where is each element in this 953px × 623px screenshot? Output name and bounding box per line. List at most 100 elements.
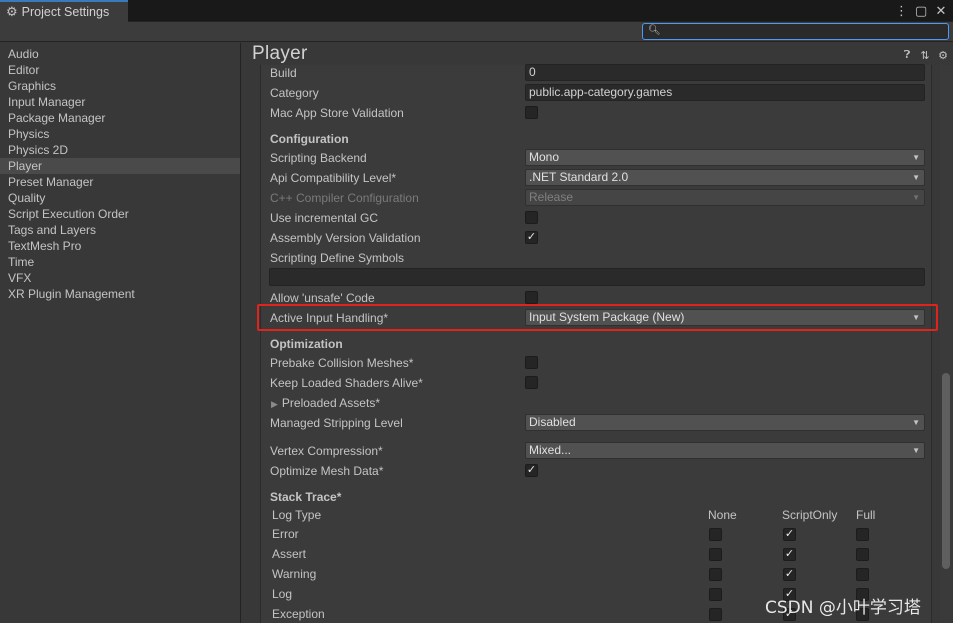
sidebar-item-textmesh-pro[interactable]: TextMesh Pro [0, 238, 240, 254]
cpp-config-value: Release [529, 190, 574, 204]
main-panel: Player ❓︎ ⇅ ⚙ Build 0 Category public.ap… [242, 43, 953, 623]
preset-icon[interactable]: ⇅ [919, 49, 931, 62]
stack-error-none-checkbox[interactable] [709, 528, 722, 541]
scripting-backend-value: Mono [529, 150, 560, 164]
stripping-value: Disabled [529, 415, 576, 429]
sidebar-item-graphics[interactable]: Graphics [0, 78, 240, 94]
optimization-header: Optimization [270, 337, 343, 351]
tab-project-settings[interactable]: ⚙ Project Settings [0, 0, 128, 22]
gear-icon: ⚙ [6, 4, 18, 19]
stack-error-full-checkbox[interactable] [856, 528, 869, 541]
close-icon[interactable]: ✕ [935, 2, 947, 20]
settings-icon[interactable]: ⚙ [937, 49, 949, 62]
stack-assert-scriptonly-checkbox[interactable]: ✓ [783, 548, 796, 561]
sidebar-item-package-manager[interactable]: Package Manager [0, 110, 240, 126]
category-field[interactable]: public.app-category.games [525, 84, 925, 101]
incremental-gc-checkbox[interactable] [525, 211, 538, 224]
tab-title: Project Settings [21, 5, 110, 19]
active-input-value: Input System Package (New) [529, 310, 685, 324]
allow-unsafe-checkbox[interactable] [525, 291, 538, 304]
search-input[interactable]: 🔍︎ [642, 23, 949, 40]
category-row: Category public.app-category.games [261, 83, 933, 103]
sidebar-item-preset-manager[interactable]: Preset Manager [0, 174, 240, 190]
api-level-row: Api Compatibility Level* .NET Standard 2… [261, 168, 933, 188]
page-title: Player [252, 43, 308, 64]
stack-warning-scriptonly-checkbox[interactable]: ✓ [783, 568, 796, 581]
triangle-right-icon: ▶ [271, 399, 278, 409]
incremental-gc-row: Use incremental GC [261, 208, 933, 228]
sidebar-item-xr-plugin-management[interactable]: XR Plugin Management [0, 286, 240, 302]
vertical-scrollbar[interactable] [940, 65, 952, 623]
sidebar-item-script-execution-order[interactable]: Script Execution Order [0, 206, 240, 222]
chevron-down-icon: ▼ [912, 418, 920, 427]
keep-shaders-checkbox[interactable] [525, 376, 538, 389]
build-label: Build [270, 66, 297, 80]
mac-app-store-label: Mac App Store Validation [270, 106, 404, 120]
allow-unsafe-label: Allow 'unsafe' Code [270, 291, 375, 305]
sidebar-item-time[interactable]: Time [0, 254, 240, 270]
vertex-compression-dropdown[interactable]: Mixed... ▼ [525, 442, 925, 459]
chevron-down-icon: ▼ [912, 173, 920, 182]
stack-exception-none-checkbox[interactable] [709, 608, 722, 621]
help-icon[interactable]: ❓︎ [901, 49, 913, 62]
sidebar-item-quality[interactable]: Quality [0, 190, 240, 206]
header-icons: ❓︎ ⇅ ⚙ [901, 49, 949, 62]
active-input-dropdown[interactable]: Input System Package (New) ▼ [525, 309, 925, 326]
build-field[interactable]: 0 [525, 64, 925, 81]
optimize-mesh-label: Optimize Mesh Data* [270, 464, 384, 478]
stack-error-scriptonly-checkbox[interactable]: ✓ [783, 528, 796, 541]
build-row: Build 0 [261, 63, 933, 83]
configuration-header: Configuration [270, 132, 349, 146]
api-level-dropdown[interactable]: .NET Standard 2.0 ▼ [525, 169, 925, 186]
stack-col-none: None [708, 508, 737, 522]
stack-log-none-checkbox[interactable] [709, 588, 722, 601]
preloaded-assets-foldout[interactable]: ▶ Preloaded Assets* [271, 396, 380, 410]
more-icon[interactable]: ⋮ [895, 2, 908, 20]
optimize-mesh-row: Optimize Mesh Data* ✓ [261, 461, 933, 481]
keep-shaders-row: Keep Loaded Shaders Alive* [261, 373, 933, 393]
stack-warning-full-checkbox[interactable] [856, 568, 869, 581]
define-symbols-label: Scripting Define Symbols [270, 251, 405, 265]
prebake-label: Prebake Collision Meshes* [270, 356, 414, 370]
assembly-validation-label: Assembly Version Validation [270, 231, 421, 245]
assembly-validation-checkbox[interactable]: ✓ [525, 231, 538, 244]
define-symbols-row: Scripting Define Symbols [261, 248, 933, 268]
sidebar-item-player[interactable]: Player [0, 158, 240, 174]
watermark: CSDN @小叶学习塔 [765, 598, 921, 618]
sidebar-item-physics[interactable]: Physics [0, 126, 240, 142]
api-level-value: .NET Standard 2.0 [529, 170, 629, 184]
stack-warning-none-checkbox[interactable] [709, 568, 722, 581]
stack-row-error-label: Error [272, 527, 299, 541]
stripping-label: Managed Stripping Level [270, 416, 403, 430]
sidebar-item-vfx[interactable]: VFX [0, 270, 240, 286]
mac-app-store-checkbox[interactable] [525, 106, 538, 119]
stripping-row: Managed Stripping Level Disabled ▼ [261, 413, 933, 433]
sidebar-item-tags-and-layers[interactable]: Tags and Layers [0, 222, 240, 238]
cpp-config-label: C++ Compiler Configuration [270, 191, 419, 205]
cpp-config-dropdown: Release ▼ [525, 189, 925, 206]
define-symbols-field[interactable] [269, 268, 925, 286]
sidebar-item-input-manager[interactable]: Input Manager [0, 94, 240, 110]
stack-row-log-label: Log [272, 587, 293, 601]
stack-trace-header: Stack Trace* [270, 490, 342, 504]
scripting-backend-dropdown[interactable]: Mono ▼ [525, 149, 925, 166]
chevron-down-icon: ▼ [912, 446, 920, 455]
sidebar-item-audio[interactable]: Audio [0, 46, 240, 62]
chevron-down-icon: ▼ [912, 153, 920, 162]
sidebar-item-editor[interactable]: Editor [0, 62, 240, 78]
scrollbar-thumb[interactable] [942, 373, 950, 569]
vertex-compression-value: Mixed... [529, 443, 572, 457]
sidebar-item-physics-2d[interactable]: Physics 2D [0, 142, 240, 158]
sidebar: Audio Editor Graphics Input Manager Pack… [0, 43, 241, 623]
prebake-checkbox[interactable] [525, 356, 538, 369]
stripping-dropdown[interactable]: Disabled ▼ [525, 414, 925, 431]
prebake-row: Prebake Collision Meshes* [261, 353, 933, 373]
window-controls: ⋮ ▢ ✕ [895, 2, 947, 20]
stack-assert-none-checkbox[interactable] [709, 548, 722, 561]
stack-assert-full-checkbox[interactable] [856, 548, 869, 561]
assembly-validation-row: Assembly Version Validation ✓ [261, 228, 933, 248]
optimize-mesh-checkbox[interactable]: ✓ [525, 464, 538, 477]
preloaded-assets-row[interactable]: ▶ Preloaded Assets* [261, 393, 933, 413]
preloaded-assets-label: Preloaded Assets* [281, 396, 380, 410]
maximize-icon[interactable]: ▢ [915, 2, 927, 20]
